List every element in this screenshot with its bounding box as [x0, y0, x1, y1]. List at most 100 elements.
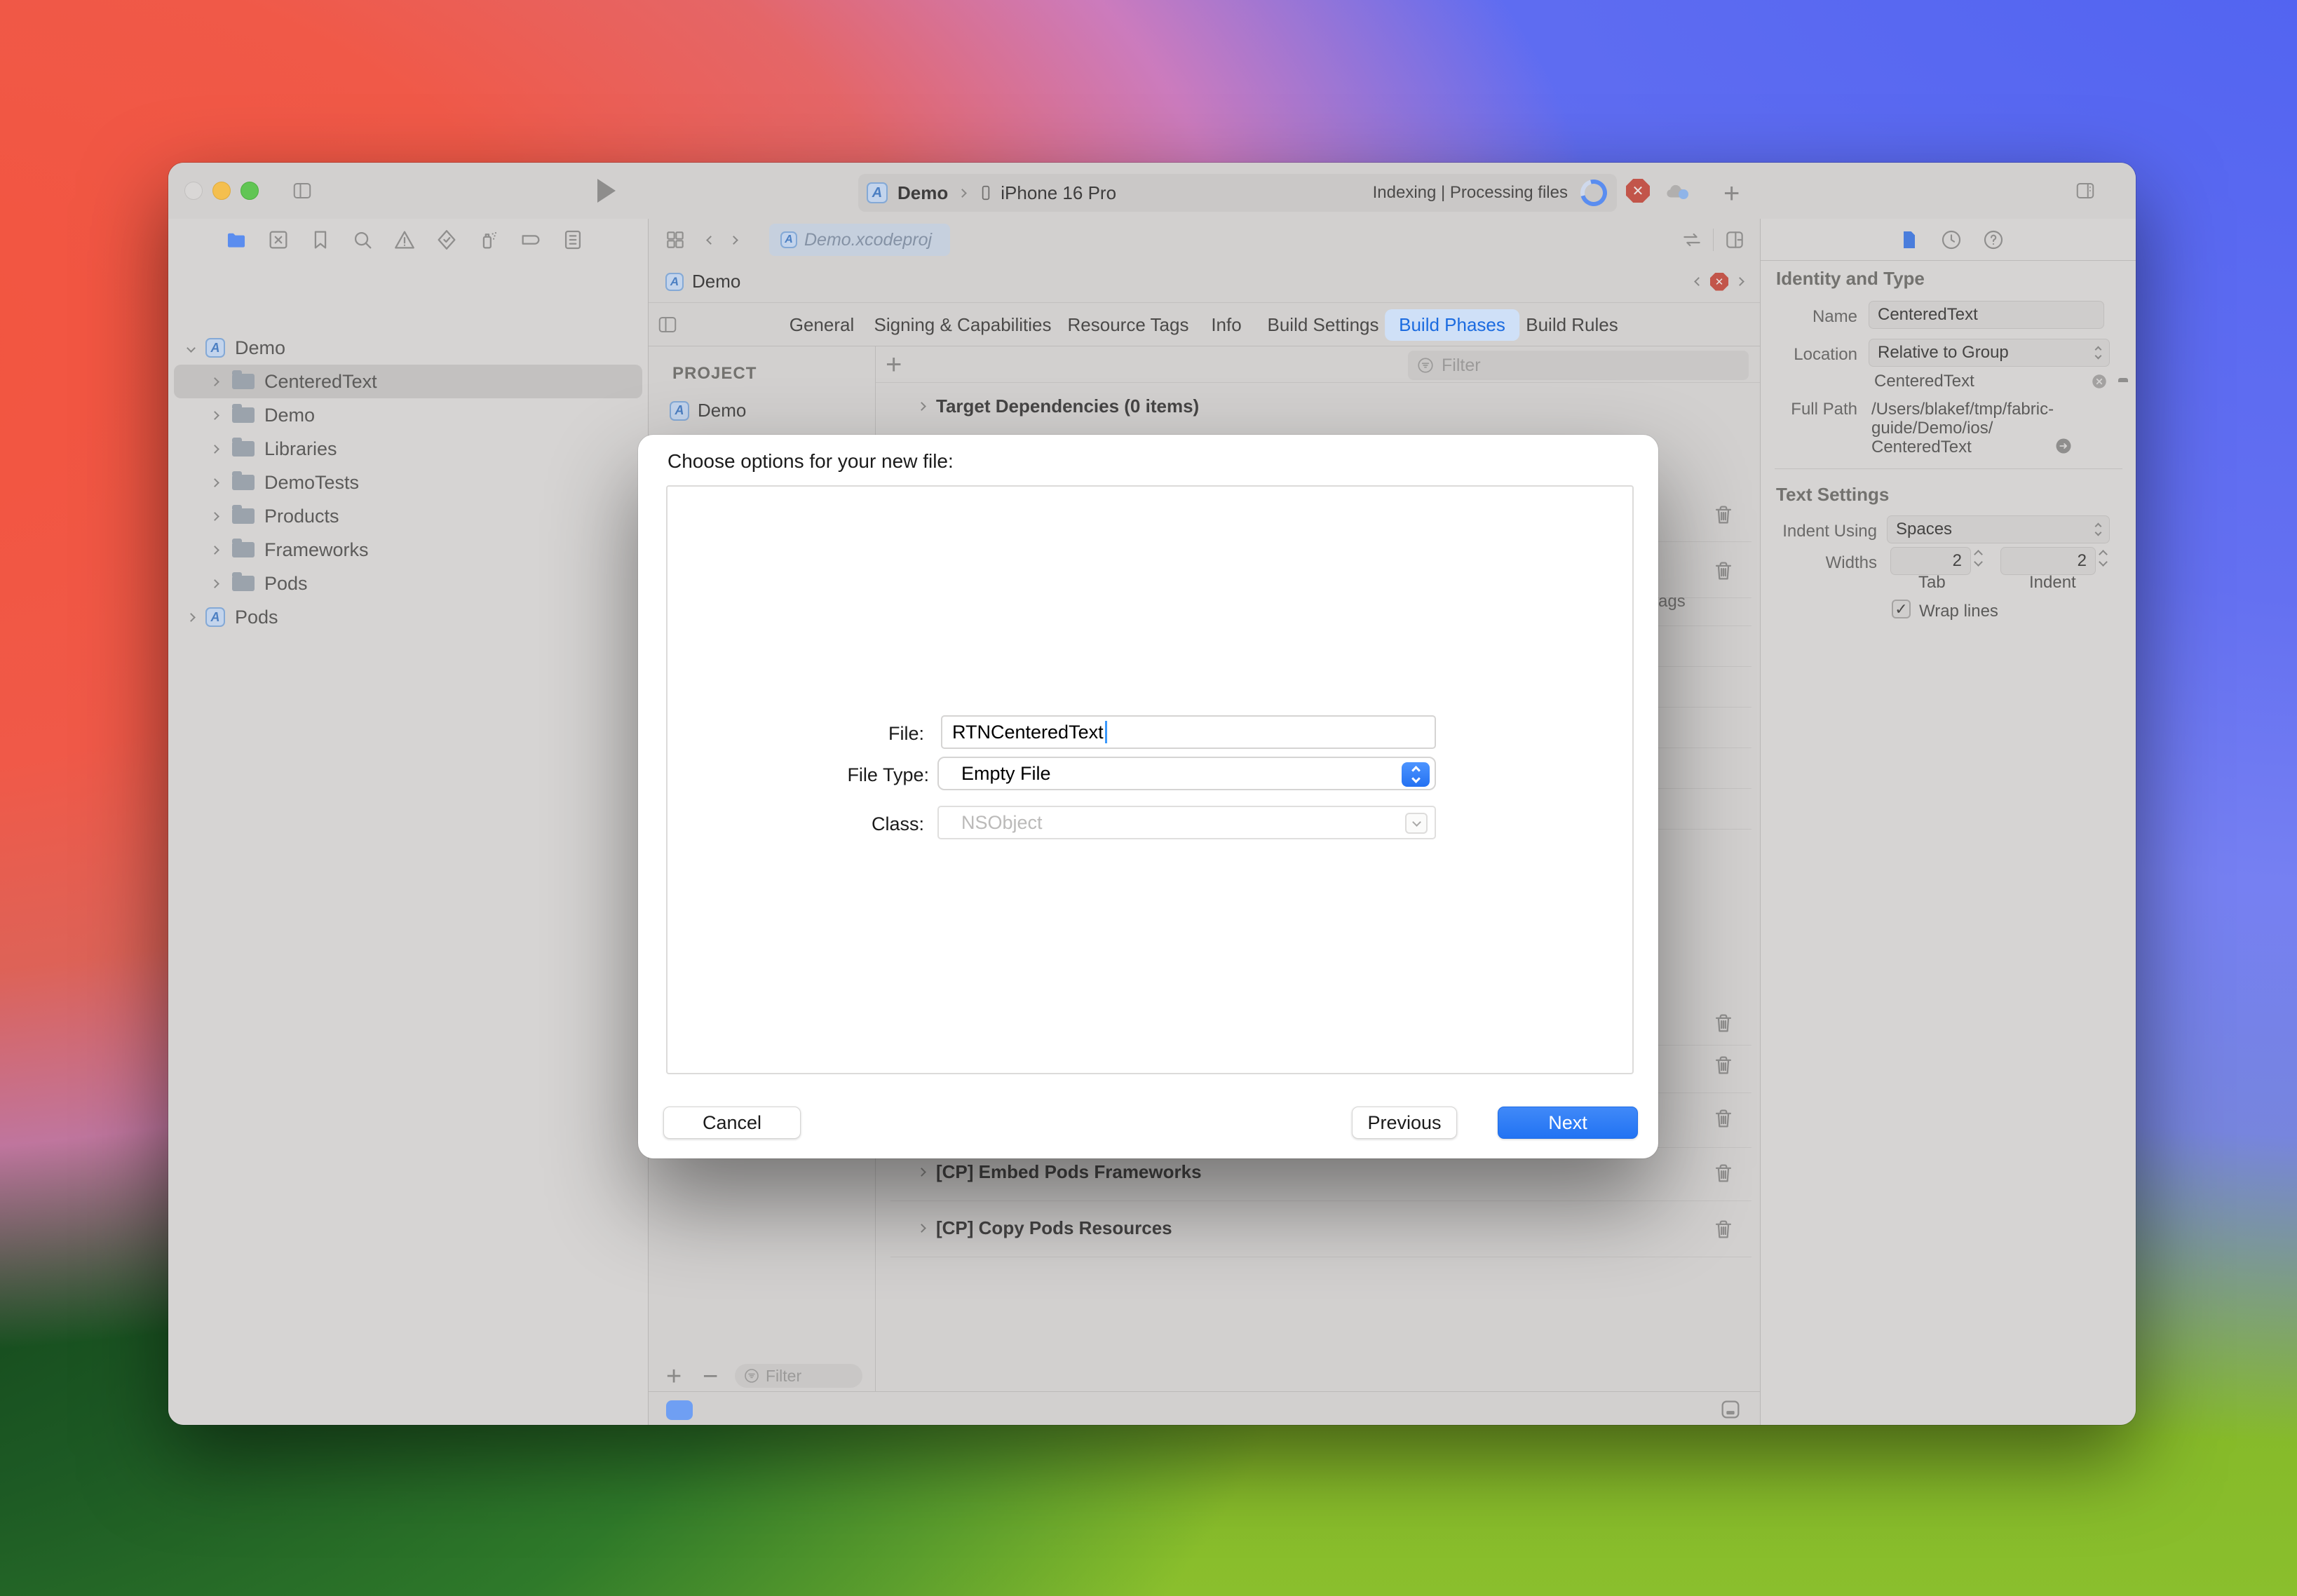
report-navigator-icon[interactable] — [561, 228, 585, 252]
clear-group-icon[interactable] — [2090, 372, 2108, 391]
phase-row-target-dependencies[interactable]: Target Dependencies (0 items) — [919, 395, 1199, 417]
tab-info[interactable]: Info — [1211, 314, 1241, 336]
breadcrumb[interactable]: Demo — [692, 271, 740, 292]
source-control-navigator-icon[interactable] — [266, 228, 290, 252]
trash-icon[interactable] — [1712, 1011, 1735, 1035]
disclosure-right-icon[interactable] — [210, 445, 219, 454]
previous-button[interactable]: Previous — [1352, 1107, 1457, 1139]
sidebar-item-libraries[interactable]: Libraries — [168, 432, 649, 466]
debug-area-toggle-icon[interactable] — [1718, 1398, 1743, 1421]
tab-resource-tags[interactable]: Resource Tags — [1068, 314, 1189, 336]
sidebar-item-pods-group[interactable]: Pods — [168, 567, 649, 600]
trash-icon[interactable] — [1712, 1161, 1735, 1185]
add-split-editor-icon[interactable] — [1723, 229, 1746, 251]
find-navigator-icon[interactable] — [351, 228, 374, 252]
popup-stepper-icon — [1402, 762, 1430, 787]
tab-width-stepper[interactable] — [1975, 551, 1981, 565]
go-back-icon[interactable] — [706, 236, 715, 245]
indent-width-field[interactable]: 2 — [2000, 547, 2096, 575]
phase-row-copy-pods-resources[interactable]: [CP] Copy Pods Resources — [919, 1217, 1172, 1239]
test-navigator-icon[interactable] — [435, 228, 459, 252]
add-editor-plus-icon[interactable]: + — [1723, 178, 1740, 210]
sidebar-item-pods-project[interactable]: A Pods — [168, 600, 649, 634]
disclosure-right-icon[interactable] — [210, 579, 219, 588]
sidebar-item-products[interactable]: Products — [168, 499, 649, 533]
breakpoint-navigator-icon[interactable] — [519, 228, 543, 252]
cancel-button[interactable]: Cancel — [663, 1107, 801, 1139]
disclosure-right-icon[interactable] — [917, 402, 926, 411]
toggle-left-column-icon[interactable] — [657, 314, 678, 335]
file-inspector-icon[interactable] — [1898, 229, 1920, 251]
reveal-path-arrow-icon[interactable] — [2054, 436, 2073, 456]
bookmark-navigator-icon[interactable] — [309, 228, 332, 252]
file-name-input[interactable]: RTNCenteredText — [941, 715, 1436, 749]
toggle-inspector-icon[interactable] — [2073, 180, 2098, 201]
trash-icon[interactable] — [1712, 503, 1735, 527]
tab-width-field[interactable]: 2 — [1890, 547, 1971, 575]
history-inspector-icon[interactable] — [1940, 229, 1963, 251]
tab-build-rules[interactable]: Build Rules — [1526, 314, 1618, 336]
disclosure-down-icon[interactable] — [187, 344, 196, 353]
widths-label: Widths — [1761, 553, 1877, 573]
add-build-phase-icon[interactable]: + — [886, 349, 902, 381]
sidebar-item-demotests[interactable]: DemoTests — [168, 466, 649, 499]
sidebar-item-demo-project[interactable]: A Demo — [168, 331, 649, 365]
prev-issue-icon[interactable] — [1694, 277, 1703, 286]
next-button[interactable]: Next — [1498, 1107, 1638, 1139]
toggle-navigator-icon[interactable] — [290, 180, 315, 201]
filter-bar-toggle-icon[interactable] — [666, 1400, 693, 1420]
folder-icon — [232, 542, 255, 557]
trash-icon[interactable] — [1712, 559, 1735, 583]
indent-using-popup[interactable]: Spaces — [1887, 515, 2110, 543]
debug-navigator-icon[interactable] — [477, 228, 501, 252]
trash-icon[interactable] — [1712, 1217, 1735, 1241]
wrap-lines-checkbox[interactable]: ✓ — [1892, 600, 1911, 618]
project-navigator-icon[interactable] — [224, 228, 248, 252]
tab-demo-xcodeproj[interactable]: A Demo.xcodeproj — [769, 224, 950, 256]
tab-build-phases[interactable]: Build Phases — [1385, 309, 1519, 341]
device-icon — [977, 184, 995, 202]
code-review-icon[interactable] — [1681, 229, 1703, 251]
run-button[interactable] — [597, 179, 616, 203]
issue-badge[interactable]: ✕ — [1710, 273, 1728, 291]
sidebar-item-demo-group[interactable]: Demo — [168, 398, 649, 432]
disclosure-right-icon[interactable] — [917, 1168, 926, 1177]
tab-signing-capabilities[interactable]: Signing & Capabilities — [874, 314, 1052, 336]
run-destination[interactable]: iPhone 16 Pro — [1001, 182, 1116, 204]
disclosure-right-icon[interactable] — [210, 546, 219, 555]
zoom-button[interactable] — [240, 182, 259, 200]
project-list-item-demo[interactable]: A Demo — [670, 400, 746, 421]
disclosure-right-icon[interactable] — [210, 512, 219, 521]
disclosure-right-icon[interactable] — [187, 613, 196, 622]
disclosure-right-icon[interactable] — [210, 478, 219, 487]
scheme-and-status-bar[interactable]: A Demo iPhone 16 Pro Indexing | Processi… — [858, 174, 1617, 212]
class-combobox[interactable]: NSObject — [937, 806, 1436, 839]
remove-target-minus-icon[interactable]: − — [703, 1362, 718, 1392]
next-issue-icon[interactable] — [1735, 277, 1744, 286]
trash-icon[interactable] — [1712, 1107, 1735, 1130]
tab-general[interactable]: General — [790, 314, 855, 336]
go-forward-icon[interactable] — [729, 236, 738, 245]
phase-row-embed-pods-frameworks[interactable]: [CP] Embed Pods Frameworks — [919, 1161, 1202, 1183]
minimize-button[interactable] — [212, 182, 231, 200]
targets-filter-field[interactable]: Filter — [735, 1364, 862, 1388]
scheme-project-name[interactable]: Demo — [897, 182, 948, 204]
name-field[interactable]: CenteredText — [1869, 301, 2104, 329]
build-phases-filter-field[interactable]: Filter — [1408, 351, 1749, 380]
error-count-badge[interactable]: ✕ — [1626, 179, 1650, 203]
add-target-plus-icon[interactable]: + — [666, 1362, 682, 1392]
sidebar-item-frameworks[interactable]: Frameworks — [168, 533, 649, 567]
help-inspector-icon[interactable] — [1982, 229, 2005, 251]
text-cursor — [1105, 721, 1107, 743]
related-items-icon[interactable] — [664, 229, 686, 251]
location-popup[interactable]: Relative to Group — [1869, 339, 2110, 367]
indent-width-stepper[interactable] — [2100, 551, 2106, 565]
disclosure-right-icon[interactable] — [917, 1224, 926, 1233]
disclosure-right-icon[interactable] — [210, 411, 219, 420]
issue-navigator-icon[interactable] — [393, 228, 416, 252]
tab-build-settings[interactable]: Build Settings — [1268, 314, 1379, 336]
close-button[interactable] — [184, 182, 203, 200]
file-type-popup[interactable]: Empty File — [937, 757, 1436, 790]
sidebar-item-centeredtext[interactable]: CenteredText — [168, 365, 649, 398]
trash-icon[interactable] — [1712, 1053, 1735, 1077]
